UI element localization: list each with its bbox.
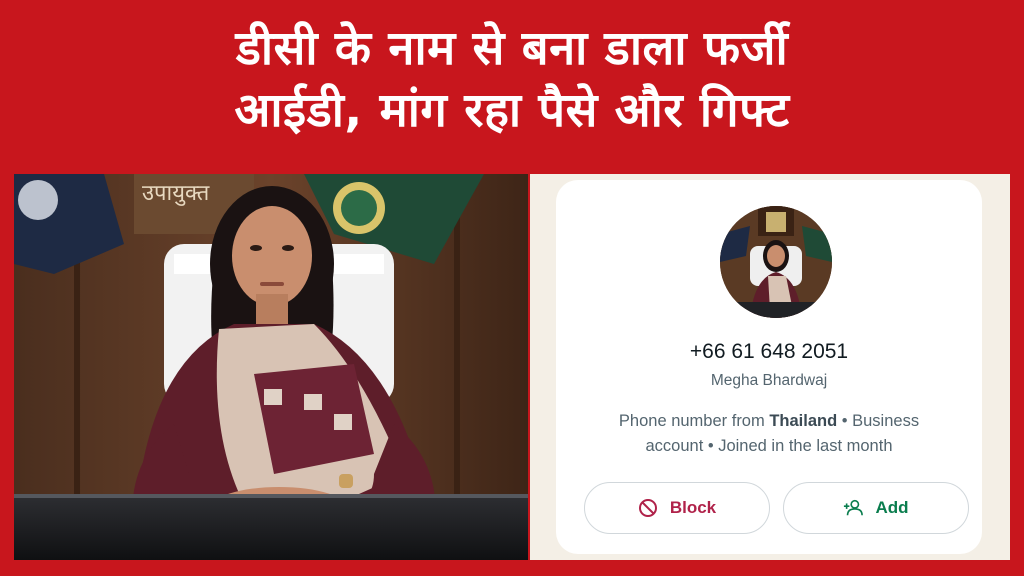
add-button-label: Add <box>875 498 909 517</box>
block-icon <box>638 498 658 518</box>
profile-info-text: Phone number from Thailand • Business ac… <box>596 409 942 459</box>
block-button-label: Block <box>669 498 717 517</box>
profile-avatar[interactable] <box>720 206 832 318</box>
info-prefix: Phone number from <box>618 412 770 430</box>
officer-photo-illustration: उपायुक्त <box>14 174 528 560</box>
sign-board-text: उपायुक्त <box>142 181 210 206</box>
block-button[interactable]: Block <box>584 482 770 534</box>
profile-display-name: Megha Bhardwaj <box>710 372 828 389</box>
profile-card: +66 61 648 2051 Megha Bhardwaj Phone num… <box>556 180 982 554</box>
whatsapp-profile-panel: +66 61 648 2051 Megha Bhardwaj Phone num… <box>530 174 1010 560</box>
avatar-image <box>720 206 832 318</box>
headline: डीसी के नाम से बना डाला फर्जी आईडी, मांग… <box>0 18 1024 142</box>
info-country: Thailand <box>769 412 838 430</box>
headline-line-2: आईडी, मांग रहा पैसे और गिफ्ट <box>234 83 790 138</box>
profile-phone-number: +66 61 648 2051 <box>689 340 849 363</box>
officer-photo: उपायुक्त <box>14 174 528 560</box>
add-contact-button[interactable]: Add <box>783 482 969 534</box>
headline-line-1: डीसी के नाम से बना डाला फर्जी <box>235 21 789 76</box>
add-person-icon <box>843 498 864 518</box>
